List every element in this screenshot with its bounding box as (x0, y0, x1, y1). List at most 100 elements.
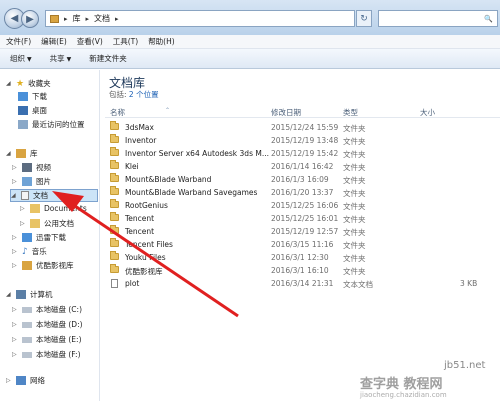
sidebar-item-music[interactable]: ▷ ♪ 音乐 (12, 246, 47, 257)
title-bar: ◀ ▶ ▸ 库 ▸ 文档 ▸ ↻ 🔍 (0, 0, 500, 35)
breadcrumb-documents[interactable]: 文档 (94, 13, 110, 24)
sidebar-label: 本地磁盘 (E:) (36, 335, 82, 344)
desktop-icon (18, 106, 28, 115)
sidebar-item-drive-c[interactable]: ▷ 本地磁盘 (C:) (12, 304, 82, 315)
menu-edit[interactable]: 编辑(E) (41, 36, 67, 47)
collapse-triangle-icon[interactable]: ◢ (6, 80, 12, 87)
file-date: 2015/12/25 16:06 (271, 201, 339, 210)
file-name: 优酷影视库 (125, 267, 163, 276)
dropdown-caret-icon: ▼ (66, 56, 72, 63)
file-name: Tencent (125, 227, 155, 236)
file-date: 2015/12/24 15:59 (271, 123, 339, 132)
includes-locations-link[interactable]: 2 个位置 (129, 90, 159, 99)
crumb-separator-icon[interactable]: ▸ (115, 15, 119, 23)
crumb-separator-icon[interactable]: ▸ (64, 15, 68, 23)
expand-triangle-icon[interactable]: ▷ (12, 262, 18, 269)
sidebar-item-youku[interactable]: ▷ 优酷影视库 (12, 260, 74, 271)
expand-triangle-icon[interactable]: ▷ (12, 306, 18, 313)
sidebar-label: 文档 (33, 191, 48, 200)
column-name[interactable]: 名称 (110, 107, 125, 118)
file-row[interactable]: plot 2016/3/14 21:31 文本文档 3 KB (105, 278, 500, 290)
sidebar-network[interactable]: ▷ 网络 (6, 375, 45, 386)
file-type: 文件夹 (343, 137, 366, 146)
sidebar-label: 网络 (30, 376, 45, 385)
expand-triangle-icon[interactable]: ▷ (12, 178, 18, 185)
sidebar-item-videos[interactable]: ▷ 视频 (12, 162, 51, 173)
folder-icon (110, 186, 119, 195)
file-row[interactable]: Inventor Server x64 Autodesk 3ds M... 201… (105, 147, 500, 160)
sidebar-computer[interactable]: ◢ 计算机 (6, 289, 53, 300)
sidebar-item-desktop[interactable]: 桌面 (18, 105, 47, 116)
expand-triangle-icon[interactable]: ▷ (12, 234, 18, 241)
file-row[interactable]: Klei 2016/1/14 16:42 文件夹 (105, 160, 500, 173)
sidebar-item-downloads[interactable]: 下载 (18, 91, 47, 102)
sidebar-libraries[interactable]: ◢ 库 (6, 148, 38, 159)
file-row[interactable]: Tencent 2015/12/25 16:01 文件夹 (105, 212, 500, 225)
expand-triangle-icon[interactable]: ▷ (12, 321, 18, 328)
sidebar-item-drive-d[interactable]: ▷ 本地磁盘 (D:) (12, 319, 83, 330)
sidebar-label: 迅雷下载 (36, 233, 66, 242)
crumb-separator-icon[interactable]: ▸ (86, 15, 90, 23)
sidebar-label: 视频 (36, 163, 51, 172)
share-button[interactable]: 共享 ▼ (50, 53, 72, 64)
sidebar-item-pictures[interactable]: ▷ 图片 (12, 176, 51, 187)
address-bar[interactable]: ▸ 库 ▸ 文档 ▸ (45, 10, 355, 27)
menu-tools[interactable]: 工具(T) (113, 36, 138, 47)
file-type: 文件夹 (343, 189, 366, 198)
sidebar-item-drive-e[interactable]: ▷ 本地磁盘 (E:) (12, 334, 82, 345)
menu-bar: 文件(F) 编辑(E) 查看(V) 工具(T) 帮助(H) (0, 35, 500, 49)
file-row[interactable]: RootGenius 2015/12/25 16:06 文件夹 (105, 199, 500, 212)
file-type: 文件夹 (343, 254, 366, 263)
file-name: Mount&Blade Warband Savegames (125, 188, 258, 197)
sidebar-item-my-documents[interactable]: ▷ Documents (20, 204, 87, 213)
file-row[interactable]: Tencent 2015/12/19 12:57 文件夹 (105, 225, 500, 238)
sidebar-favorites[interactable]: ◢ ★ 收藏夹 (6, 78, 51, 89)
breadcrumb-library[interactable]: 库 (73, 13, 81, 24)
sidebar-item-public-documents[interactable]: ▷ 公用文档 (20, 218, 74, 229)
column-size[interactable]: 大小 (420, 107, 435, 118)
menu-file[interactable]: 文件(F) (6, 36, 31, 47)
expand-triangle-icon[interactable]: ▷ (20, 205, 26, 212)
file-row[interactable]: 优酷影视库 2016/3/1 16:10 文件夹 (105, 264, 500, 277)
sidebar-item-recent-places[interactable]: 最近访问的位置 (18, 119, 85, 130)
organize-button[interactable]: 组织 ▼ (10, 53, 32, 64)
file-row[interactable]: 3dsMax 2015/12/24 15:59 文件夹 (105, 121, 500, 134)
file-name: Tencent Files (125, 240, 173, 249)
watermark-brand: 查字典 教程网 (360, 377, 443, 392)
file-row[interactable]: Inventor 2015/12/19 13:48 文件夹 (105, 134, 500, 147)
collapse-triangle-icon[interactable]: ◢ (6, 291, 12, 298)
document-library-icon (21, 191, 29, 200)
new-folder-button[interactable]: 新建文件夹 (89, 53, 127, 64)
collapse-triangle-icon[interactable]: ◢ (11, 192, 17, 199)
folder-icon (110, 238, 119, 247)
expand-triangle-icon[interactable]: ▷ (6, 377, 12, 384)
file-name: Tencent (125, 214, 155, 223)
sidebar-item-drive-f[interactable]: ▷ 本地磁盘 (F:) (12, 349, 81, 360)
collapse-triangle-icon[interactable]: ◢ (6, 150, 12, 157)
computer-icon (16, 290, 26, 299)
file-row[interactable]: Youku Files 2016/3/1 12:30 文件夹 (105, 251, 500, 264)
column-type[interactable]: 类型 (343, 107, 358, 118)
refresh-button[interactable]: ↻ (356, 10, 372, 27)
column-date[interactable]: 修改日期 (271, 107, 301, 118)
file-row[interactable]: Mount&Blade Warband 2016/1/3 16:09 文件夹 (105, 173, 500, 186)
menu-view[interactable]: 查看(V) (77, 36, 103, 47)
hard-drive-icon (22, 351, 32, 358)
expand-triangle-icon[interactable]: ▷ (12, 336, 18, 343)
expand-triangle-icon[interactable]: ▷ (12, 351, 18, 358)
file-date: 2015/12/19 12:57 (271, 227, 339, 236)
expand-triangle-icon[interactable]: ▷ (12, 248, 18, 255)
expand-triangle-icon[interactable]: ▷ (20, 220, 26, 227)
hard-drive-icon (22, 306, 32, 313)
file-row[interactable]: Tencent Files 2016/3/15 11:16 文件夹 (105, 238, 500, 251)
file-date: 2016/3/1 16:10 (271, 266, 329, 275)
search-input[interactable]: 🔍 (378, 10, 498, 27)
sidebar-item-documents[interactable]: ◢ 文档 (10, 189, 98, 202)
file-type: 文件夹 (343, 241, 366, 250)
picture-library-icon (22, 177, 32, 186)
file-row[interactable]: Mount&Blade Warband Savegames 2016/1/20 1… (105, 186, 500, 199)
menu-help[interactable]: 帮助(H) (148, 36, 175, 47)
sidebar-item-xunlei-downloads[interactable]: ▷ 迅雷下载 (12, 232, 66, 243)
expand-triangle-icon[interactable]: ▷ (12, 164, 18, 171)
forward-button[interactable]: ▶ (21, 10, 39, 28)
